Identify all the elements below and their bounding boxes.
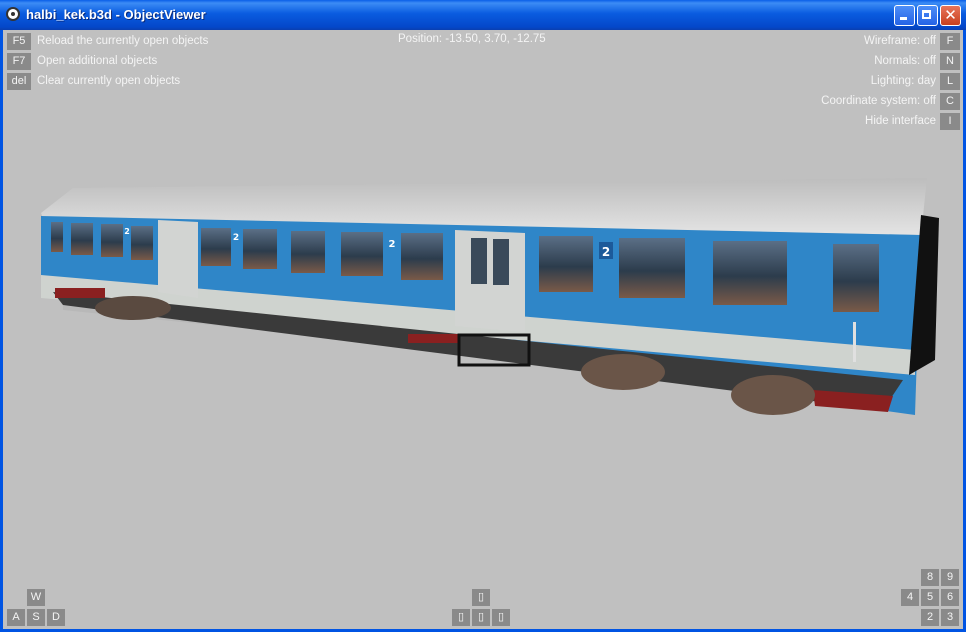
- key-num-3[interactable]: 3: [941, 609, 959, 626]
- key-arrow-down[interactable]: ▯: [472, 609, 490, 626]
- hud-label: Clear currently open objects: [37, 75, 181, 87]
- key-num-9[interactable]: 9: [941, 569, 959, 586]
- position-readout: Position: -13.50, 3.70, -12.75: [398, 33, 546, 45]
- key-c[interactable]: C: [940, 93, 960, 110]
- key-num-4[interactable]: 4: [901, 589, 919, 606]
- key-i[interactable]: I: [940, 113, 960, 130]
- key-n[interactable]: N: [940, 53, 960, 70]
- hud-reload[interactable]: F5 Reload the currently open objects: [7, 33, 208, 50]
- key-f[interactable]: F: [940, 33, 960, 50]
- hud-clear[interactable]: del Clear currently open objects: [7, 73, 180, 90]
- door-window: [493, 239, 509, 285]
- minimize-button[interactable]: [894, 5, 915, 26]
- hud-label: Reload the currently open objects: [37, 35, 209, 47]
- coach-door: [455, 230, 525, 332]
- bogie: [95, 296, 171, 320]
- hud-label: Lighting: day: [870, 75, 936, 87]
- close-button[interactable]: ✕: [940, 5, 961, 26]
- key-d[interactable]: D: [47, 609, 65, 626]
- key-num-8[interactable]: 8: [921, 569, 939, 586]
- train-coach-model: 2 2 2 2: [41, 178, 939, 415]
- maximize-button[interactable]: [917, 5, 938, 26]
- hud-hide-interface[interactable]: Hide interface I: [865, 113, 960, 130]
- key-w[interactable]: W: [27, 589, 45, 606]
- title-bar[interactable]: halbi_kek.b3d - ObjectViewer ✕: [0, 0, 966, 30]
- app-icon: [6, 7, 20, 21]
- key-arrow-up[interactable]: ▯: [472, 589, 490, 606]
- class-badge: 2: [233, 233, 239, 243]
- hud-normals[interactable]: Normals: off N: [874, 53, 960, 70]
- class-badge: 2: [389, 239, 396, 250]
- hud-label: Open additional objects: [37, 55, 158, 67]
- hud-open[interactable]: F7 Open additional objects: [7, 53, 157, 70]
- hud-label: Coordinate system: off: [821, 95, 936, 107]
- key-a[interactable]: A: [7, 609, 25, 626]
- key-num-2[interactable]: 2: [921, 609, 939, 626]
- window-title: halbi_kek.b3d - ObjectViewer: [26, 7, 206, 22]
- key-arrow-right[interactable]: ▯: [492, 609, 510, 626]
- key-f7[interactable]: F7: [7, 53, 31, 70]
- bogie: [581, 354, 665, 390]
- key-num-6[interactable]: 6: [941, 589, 959, 606]
- hud-label: Hide interface: [865, 115, 936, 127]
- key-s[interactable]: S: [27, 609, 45, 626]
- hud-coordinate-system[interactable]: Coordinate system: off C: [821, 93, 960, 110]
- hud-label: Normals: off: [874, 55, 936, 67]
- hud-label: Wireframe: off: [864, 35, 936, 47]
- hud-wireframe[interactable]: Wireframe: off F: [864, 33, 960, 50]
- coach-door: [158, 220, 198, 298]
- key-del[interactable]: del: [7, 73, 31, 90]
- key-arrow-left[interactable]: ▯: [452, 609, 470, 626]
- key-f5[interactable]: F5: [7, 33, 31, 50]
- objectviewer-window: halbi_kek.b3d - ObjectViewer ✕ 2 2 2 2 F…: [0, 0, 966, 632]
- class-badge: 2: [124, 227, 130, 236]
- skirt: [408, 334, 458, 343]
- 3d-viewport[interactable]: 2 2 2 2 F5 Reload the currently open obje…: [3, 30, 963, 629]
- key-l[interactable]: L: [940, 73, 960, 90]
- bogie: [731, 375, 815, 415]
- key-num-5[interactable]: 5: [921, 589, 939, 606]
- handrail: [853, 322, 856, 362]
- door-window: [471, 238, 487, 284]
- class-badge: 2: [602, 245, 610, 259]
- hud-lighting[interactable]: Lighting: day L: [871, 73, 960, 90]
- skirt: [55, 288, 105, 298]
